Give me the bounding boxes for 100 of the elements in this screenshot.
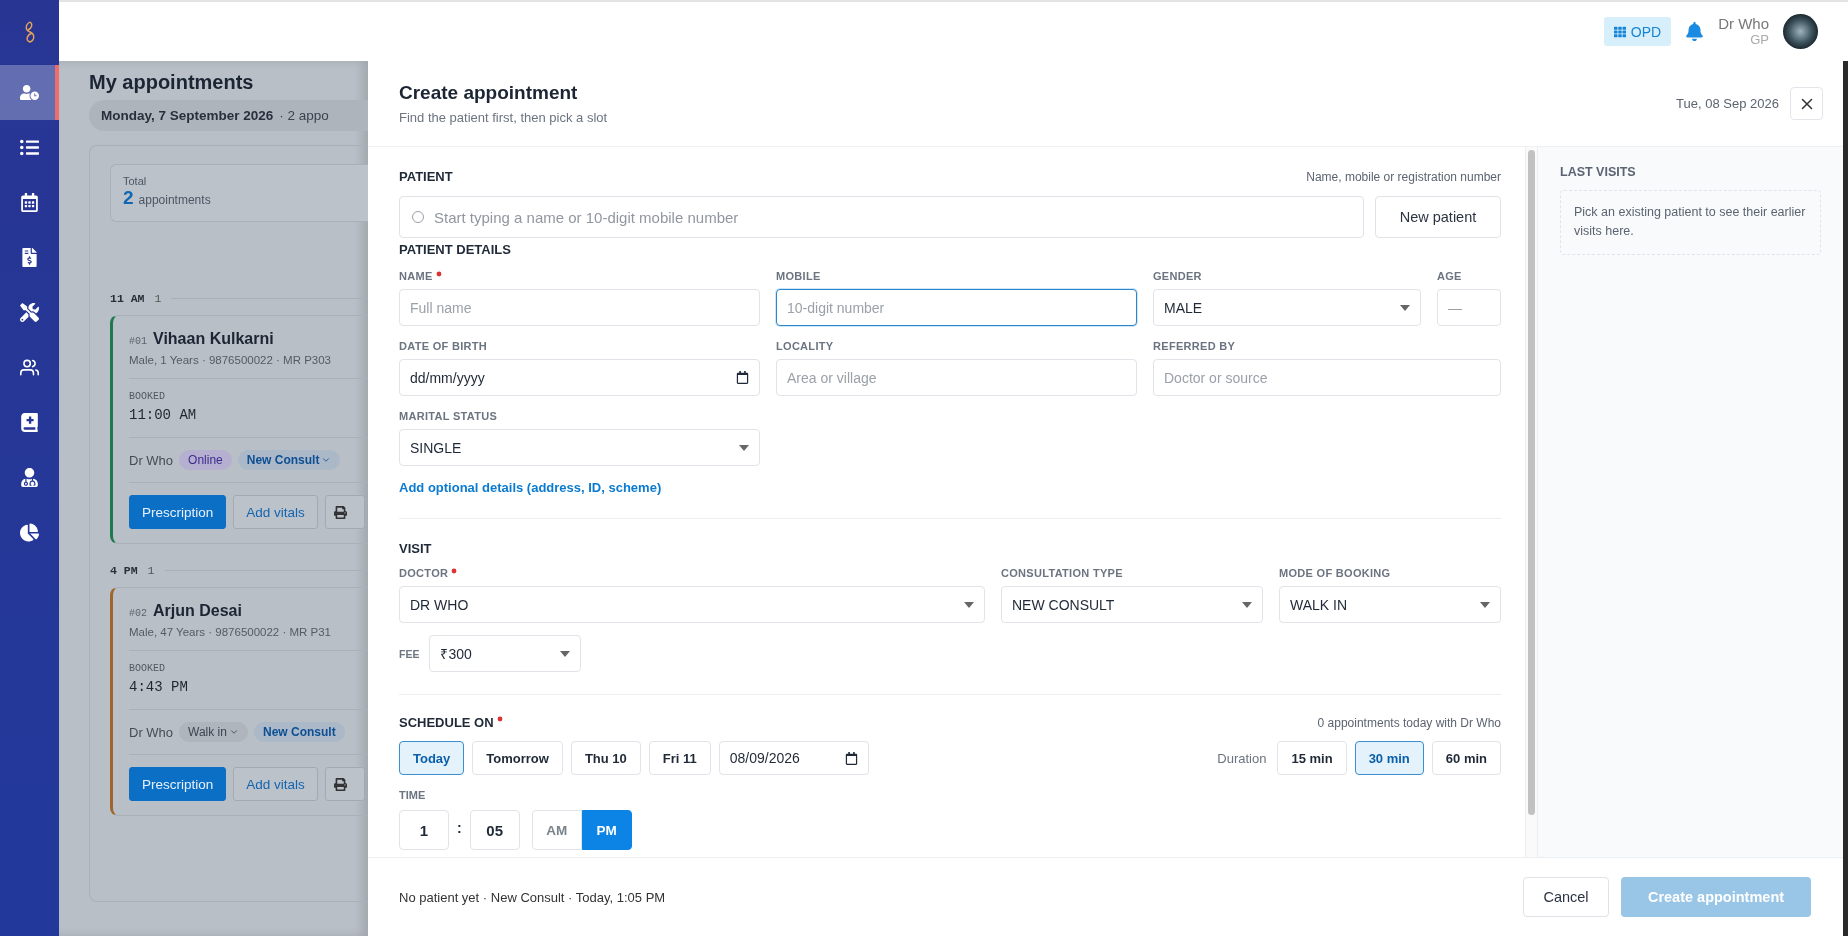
time-separator: : (457, 820, 462, 836)
nav-icon (20, 523, 39, 542)
tag-dropdown[interactable]: New Consult (253, 722, 345, 742)
required-icon (451, 568, 458, 574)
field-label: DOCTOR (399, 567, 985, 579)
caret-icon (964, 601, 974, 608)
caret-icon (1480, 601, 1490, 608)
caret-icon (1400, 304, 1410, 311)
drawer-title: Create appointment (399, 82, 579, 104)
doctor-name: Dr Who (129, 724, 174, 740)
select-field[interactable]: MALE (1153, 289, 1421, 326)
duration-button[interactable]: 30 min (1354, 741, 1424, 775)
nav-icon (20, 83, 39, 102)
schedule-note: 0 appointments today with Dr Who (1317, 715, 1501, 730)
empty-state-text: Pick an existing patient to see their earlier visits here. (1560, 190, 1821, 255)
duration-label: Duration (1217, 750, 1267, 766)
search-hint: Name, mobile or registration number (1306, 169, 1501, 184)
date-field[interactable]: 08/09/2026 (718, 741, 869, 775)
drawer-date: Tue, 08 Sep 2026 (1676, 96, 1779, 111)
nav-icon (20, 413, 39, 432)
day-button[interactable]: Fri 11 (648, 741, 711, 775)
tag-dropdown[interactable]: Walk in (179, 722, 248, 742)
stat-unit: appointments (138, 193, 211, 207)
minute-field[interactable]: 05 (469, 810, 520, 850)
field-label: MODE OF BOOKING (1279, 567, 1392, 579)
cancel-button[interactable]: Cancel (1523, 877, 1609, 917)
nav-icon (20, 468, 39, 487)
action-button[interactable]: Prescription (129, 495, 227, 529)
user-role: GP (1750, 32, 1769, 47)
period-button[interactable]: PM (581, 810, 632, 850)
date-field[interactable]: dd/mm/yyyy (399, 359, 760, 396)
action-button[interactable]: Prescription (129, 767, 227, 801)
caret-icon (739, 444, 749, 451)
stat-label: Total (123, 175, 148, 187)
token-number: #02 (129, 608, 147, 619)
tag-dropdown[interactable]: New Consult (237, 450, 341, 470)
print-button[interactable] (324, 767, 365, 801)
nav-icon (20, 248, 39, 267)
doctor-name: Dr Who (129, 452, 174, 468)
close-button[interactable] (1790, 87, 1823, 120)
calendar-icon (844, 751, 858, 765)
sidebar-item[interactable] (0, 65, 59, 120)
select-field[interactable]: ₹300 (429, 635, 582, 672)
nav-icon (20, 358, 39, 377)
scrollbar[interactable] (1528, 150, 1535, 815)
new-patient-button[interactable]: New patient (1375, 196, 1501, 238)
required-icon (435, 271, 442, 277)
section-heading: SCHEDULE ON (399, 715, 503, 730)
patient-name: Arjun Desai (153, 602, 242, 620)
date-text: Monday, 7 September 2026 (101, 108, 274, 123)
print-button[interactable] (324, 495, 365, 529)
optional-details-link[interactable]: Add optional details (address, ID, scheme) (399, 480, 662, 495)
duration-button[interactable]: 15 min (1277, 741, 1347, 775)
select-field[interactable]: DR WHO (399, 586, 985, 623)
field-label: MARITAL STATUS (399, 410, 499, 422)
mode-badge: Online (179, 450, 232, 470)
caret-icon (1242, 601, 1252, 608)
bell-icon[interactable] (1685, 22, 1705, 41)
chevron-icon (228, 727, 239, 737)
nav-icon (20, 138, 39, 157)
day-button[interactable]: Thu 10 (570, 741, 641, 775)
day-button[interactable]: Today (399, 741, 465, 775)
select-field[interactable]: WALK IN (1279, 586, 1501, 623)
calendar-icon (736, 371, 749, 384)
field-label: MOBILE (776, 270, 822, 282)
section-heading: PATIENT (399, 169, 453, 184)
page-title: My appointments (89, 71, 255, 94)
field-label: GENDER (1153, 270, 1203, 282)
field-label: NAME (399, 270, 760, 282)
field-label: TIME (399, 789, 427, 801)
period-button[interactable]: AM (531, 810, 582, 850)
chevron-icon (321, 455, 332, 465)
field-label: REFERRED BY (1153, 340, 1237, 352)
group-count: 1 (147, 564, 155, 577)
count-text: · 2 appo (279, 108, 329, 123)
field-label: CONSULTATION TYPE (1001, 567, 1124, 579)
avatar[interactable] (1783, 14, 1818, 49)
select-field[interactable]: NEW CONSULT (1001, 586, 1263, 623)
required-icon (496, 716, 503, 722)
drawer-subtitle: Find the patient first, then pick a slot (399, 110, 608, 125)
nav-icon (20, 193, 39, 212)
user-name: Dr Who (1718, 16, 1769, 33)
section-heading: PATIENT DETAILS (399, 242, 511, 257)
grid-icon (1613, 25, 1626, 38)
patient-search-field[interactable]: Start typing a name or 10-digit mobile number (399, 196, 1364, 238)
hour-field[interactable]: 1 (399, 810, 449, 850)
nav-icon (20, 303, 39, 322)
duration-button[interactable]: 60 min (1431, 741, 1501, 775)
token-number: #01 (129, 336, 147, 347)
input-field[interactable]: 10-digit number (776, 289, 1137, 326)
field-label: LOCALITY (776, 340, 835, 352)
select-field[interactable]: SINGLE (399, 429, 760, 466)
day-button[interactable]: Tomorrow (472, 741, 563, 775)
section-heading: LAST VISITS (1560, 165, 1637, 179)
stat-value: 2 (123, 187, 134, 209)
group-hour: 11 AM (110, 292, 145, 305)
status-label: BOOKED (129, 391, 166, 402)
booking-summary: No patient yet · New Consult · Today, 1:05 PM (399, 889, 666, 905)
status-label: BOOKED (129, 663, 166, 674)
printer-icon (333, 505, 347, 519)
